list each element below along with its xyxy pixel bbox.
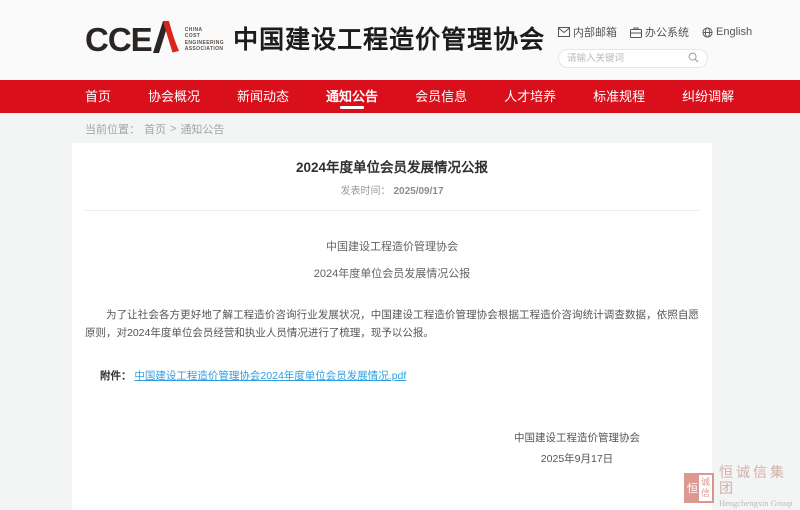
english-link[interactable]: English	[702, 26, 752, 38]
nav-item-members[interactable]: 会员信息	[415, 80, 467, 113]
hengchengxin-watermark: 恒 诚 信 恒诚信集团 Hengchengxin Group	[684, 466, 800, 509]
nav-item-notices[interactable]: 通知公告	[326, 80, 378, 113]
nav-item-dispute[interactable]: 纠纷调解	[682, 80, 734, 113]
search-icon	[688, 51, 699, 66]
page-header: CCE CHINA COST ENGINEERING ASSOCIATION 中…	[0, 0, 800, 80]
internal-mail-link[interactable]: 内部邮箱	[558, 24, 617, 40]
nav-item-standards[interactable]: 标准规程	[593, 80, 645, 113]
signature-block: 中国建设工程造价管理协会 2025年9月17日	[514, 432, 640, 465]
site-logo[interactable]: CCE CHINA COST ENGINEERING ASSOCIATION 中…	[85, 21, 545, 58]
briefcase-icon	[630, 27, 642, 38]
quick-link-label: 内部邮箱	[573, 24, 617, 40]
nav-item-news[interactable]: 新闻动态	[237, 80, 289, 113]
doc-heading-org: 中国建设工程造价管理协会	[85, 241, 699, 253]
breadcrumb-home[interactable]: 首页	[144, 121, 166, 137]
breadcrumb-current[interactable]: 通知公告	[180, 121, 224, 137]
watermark-text: 恒诚信集团 Hengchengxin Group	[719, 466, 800, 509]
publish-label: 发表时间：	[340, 186, 390, 197]
breadcrumb: 当前位置： 首页 > 通知公告	[85, 121, 224, 137]
quick-links: 内部邮箱 办公系统 English	[558, 24, 708, 40]
ccea-logo-text: CCE	[85, 22, 152, 58]
globe-icon	[702, 27, 713, 38]
publish-date: 2025/09/17	[393, 186, 443, 197]
article-paragraph: 为了让社会各方更好地了解工程造价咨询行业发展状况，中国建设工程造价管理协会根据工…	[85, 306, 699, 342]
quick-link-label: 办公系统	[645, 24, 689, 40]
publish-line: 发表时间：2025/09/17	[85, 187, 699, 197]
main-nav: 首页 协会概况 新闻动态 通知公告 会员信息 人才培养 标准规程 纠纷调解	[0, 80, 800, 113]
breadcrumb-separator: >	[170, 123, 176, 135]
attachment-pdf-link[interactable]: 中国建设工程造价管理协会2024年度单位会员发展情况.pdf	[134, 370, 406, 382]
site-title: 中国建设工程造价管理协会	[233, 22, 545, 58]
signature-org: 中国建设工程造价管理协会	[514, 432, 640, 444]
search-input[interactable]	[567, 53, 688, 64]
article-card: 2024年度单位会员发展情况公报 发表时间：2025/09/17 中国建设工程造…	[72, 143, 712, 510]
quick-link-label: English	[716, 26, 752, 38]
watermark-name: 恒诚信集团	[719, 466, 800, 498]
attachment-label: 附件：	[100, 370, 132, 382]
header-utilities: 内部邮箱 办公系统 English	[558, 24, 708, 68]
ccea-logo-subtext: CHINA COST ENGINEERING ASSOCIATION	[185, 27, 224, 53]
mail-icon	[558, 27, 570, 37]
watermark-name-en: Hengchengxin Group	[719, 498, 800, 509]
article-title: 2024年度单位会员发展情况公报	[85, 160, 699, 175]
nav-item-about[interactable]: 协会概况	[148, 80, 200, 113]
ccea-logo: CCE	[85, 21, 179, 58]
ccea-logo-a-glyph	[151, 21, 179, 58]
search-box	[558, 49, 708, 68]
search-button[interactable]	[688, 51, 699, 66]
nav-item-training[interactable]: 人才培养	[504, 80, 556, 113]
doc-heading-title: 2024年度单位会员发展情况公报	[85, 268, 699, 280]
hengchengxin-seal-icon: 恒 诚 信	[684, 473, 714, 503]
title-divider	[85, 210, 699, 211]
signature-date: 2025年9月17日	[514, 453, 640, 465]
nav-item-home[interactable]: 首页	[85, 80, 111, 113]
breadcrumb-prefix: 当前位置：	[85, 121, 140, 137]
attachment-row: 附件： 中国建设工程造价管理协会2024年度单位会员发展情况.pdf	[100, 370, 699, 382]
office-system-link[interactable]: 办公系统	[630, 24, 689, 40]
